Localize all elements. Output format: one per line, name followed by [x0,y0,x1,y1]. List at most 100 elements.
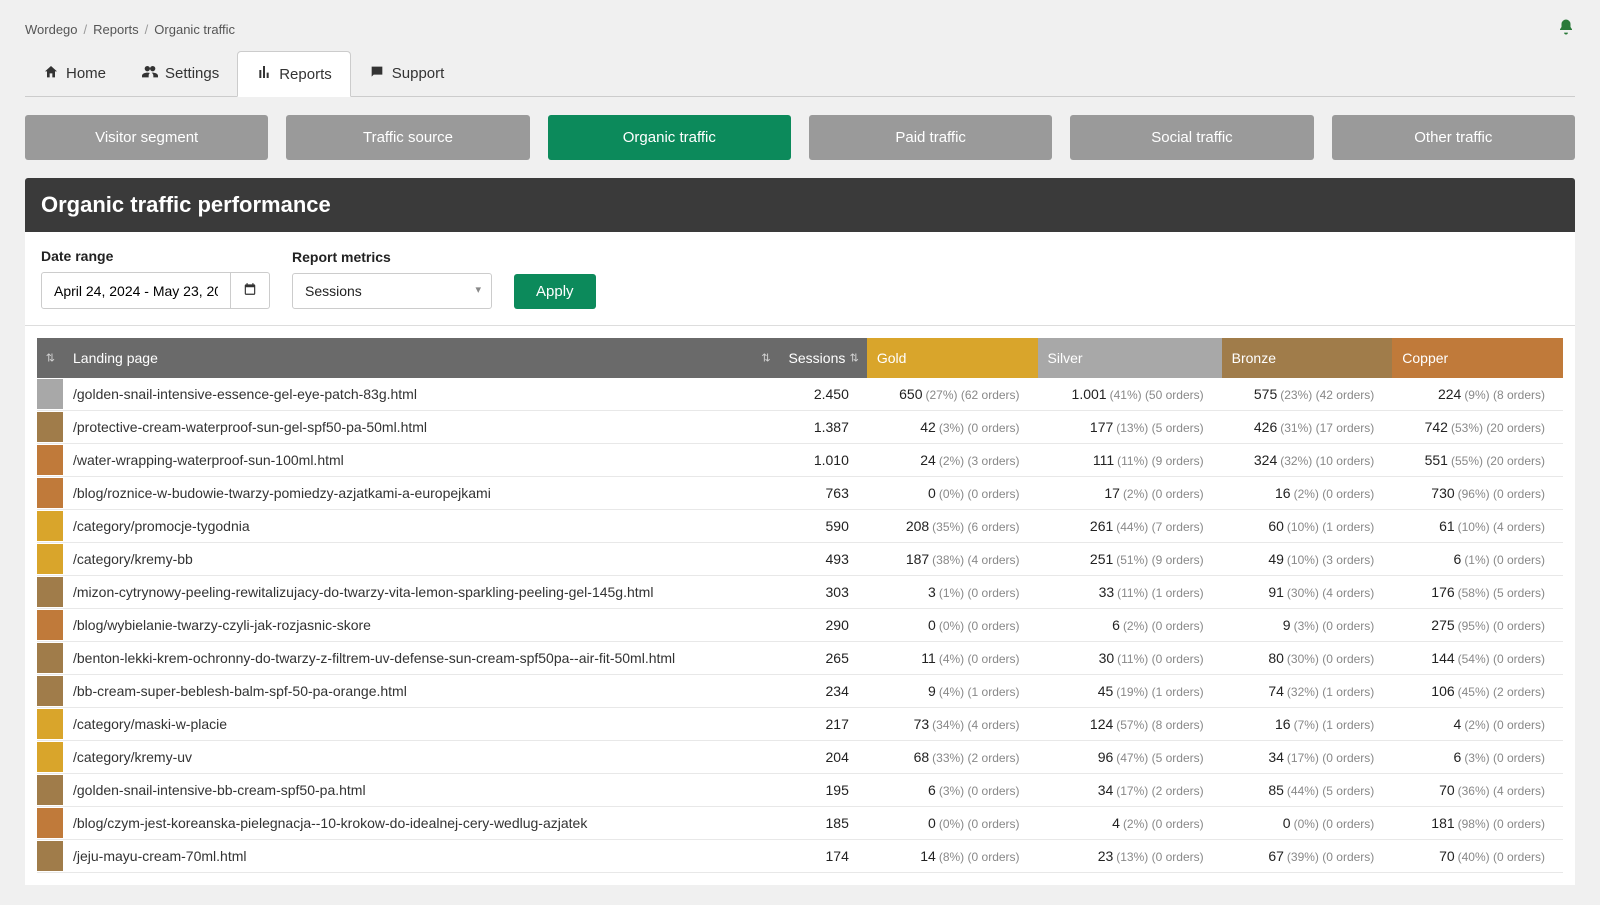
cell-copper: 176(58%) (5 orders) [1392,576,1563,609]
cell-sessions: 493 [779,543,867,576]
cell-gold: 9(4%) (1 orders) [867,675,1038,708]
cell-sessions: 195 [779,774,867,807]
cell-silver: 124(57%) (8 orders) [1038,708,1222,741]
cell-sessions: 204 [779,741,867,774]
row-swatch [37,675,63,708]
cell-landing-page[interactable]: /mizon-cytrynowy-peeling-rewitalizujacy-… [63,576,779,609]
breadcrumb-link[interactable]: Wordego [25,22,78,37]
cell-gold: 24(2%) (3 orders) [867,444,1038,477]
cell-sessions: 763 [779,477,867,510]
col-silver[interactable]: Silver [1038,338,1222,378]
notification-bell-icon[interactable] [1557,18,1575,41]
row-swatch [37,840,63,873]
calendar-button[interactable] [231,272,270,309]
cell-bronze: 16(2%) (0 orders) [1222,477,1393,510]
table-row: /golden-snail-intensive-bb-cream-spf50-p… [37,774,1563,807]
cell-sessions: 217 [779,708,867,741]
cell-silver: 6(2%) (0 orders) [1038,609,1222,642]
cell-landing-page[interactable]: /category/kremy-uv [63,741,779,774]
table-row: /category/kremy-uv20468(33%) (2 orders)9… [37,741,1563,774]
cell-landing-page[interactable]: /bb-cream-super-beblesh-balm-spf-50-pa-o… [63,675,779,708]
col-bronze[interactable]: Bronze [1222,338,1393,378]
date-range-label: Date range [41,248,270,264]
tab-settings[interactable]: Settings [124,51,237,96]
col-landing-page[interactable]: Landing page⇅ [63,338,779,378]
breadcrumb-link[interactable]: Reports [93,22,139,37]
report-metrics-select[interactable]: Sessions [292,273,492,309]
cell-gold: 208(35%) (6 orders) [867,510,1038,543]
pill-organic-traffic[interactable]: Organic traffic [548,115,791,160]
cell-landing-page[interactable]: /category/promocje-tygodnia [63,510,779,543]
cell-bronze: 85(44%) (5 orders) [1222,774,1393,807]
report-pills: Visitor segment Traffic source Organic tra… [25,115,1575,160]
tab-support[interactable]: Support [351,51,463,96]
cell-landing-page[interactable]: /blog/czym-jest-koreanska-pielegnacja--1… [63,807,779,840]
table-row: /blog/wybielanie-twarzy-czyli-jak-rozjas… [37,609,1563,642]
cell-bronze: 49(10%) (3 orders) [1222,543,1393,576]
tab-home[interactable]: Home [25,51,124,96]
cell-sessions: 234 [779,675,867,708]
pill-paid-traffic[interactable]: Paid traffic [809,115,1052,160]
cell-gold: 3(1%) (0 orders) [867,576,1038,609]
cell-copper: 6(1%) (0 orders) [1392,543,1563,576]
cell-bronze: 34(17%) (0 orders) [1222,741,1393,774]
tab-reports[interactable]: Reports [237,51,351,97]
cell-landing-page[interactable]: /category/maski-w-placie [63,708,779,741]
cell-landing-page[interactable]: /blog/roznice-w-budowie-twarzy-pomiedzy-… [63,477,779,510]
cell-landing-page[interactable]: /jeju-mayu-cream-70ml.html [63,840,779,873]
date-range-input[interactable] [41,272,231,309]
cell-landing-page[interactable]: /blog/wybielanie-twarzy-czyli-jak-rozjas… [63,609,779,642]
table-row: /jeju-mayu-cream-70ml.html17414(8%) (0 o… [37,840,1563,873]
cell-gold: 11(4%) (0 orders) [867,642,1038,675]
cell-landing-page[interactable]: /golden-snail-intensive-essence-gel-eye-… [63,378,779,411]
performance-table: ⇅ Landing page⇅ Sessions⇅ Gold Silver Br… [37,338,1563,873]
cell-copper: 181(98%) (0 orders) [1392,807,1563,840]
col-sessions[interactable]: Sessions⇅ [779,338,867,378]
col-swatch[interactable]: ⇅ [37,338,63,378]
cell-landing-page[interactable]: /golden-snail-intensive-bb-cream-spf50-p… [63,774,779,807]
table-row: /golden-snail-intensive-essence-gel-eye-… [37,378,1563,411]
table-row: /blog/czym-jest-koreanska-pielegnacja--1… [37,807,1563,840]
chart-icon [256,64,272,84]
cell-silver: 34(17%) (2 orders) [1038,774,1222,807]
col-copper[interactable]: Copper [1392,338,1563,378]
apply-button[interactable]: Apply [514,274,596,309]
cell-sessions: 265 [779,642,867,675]
row-swatch [37,510,63,543]
col-gold[interactable]: Gold [867,338,1038,378]
cell-silver: 251(51%) (9 orders) [1038,543,1222,576]
pill-traffic-source[interactable]: Traffic source [286,115,529,160]
cell-landing-page[interactable]: /benton-lekki-krem-ochronny-do-twarzy-z-… [63,642,779,675]
cell-copper: 106(45%) (2 orders) [1392,675,1563,708]
users-icon [142,64,158,84]
cell-bronze: 60(10%) (1 orders) [1222,510,1393,543]
table-row: /water-wrapping-waterproof-sun-100ml.htm… [37,444,1563,477]
cell-silver: 111(11%) (9 orders) [1038,444,1222,477]
pill-other-traffic[interactable]: Other traffic [1332,115,1575,160]
cell-bronze: 74(32%) (1 orders) [1222,675,1393,708]
table-row: /protective-cream-waterproof-sun-gel-spf… [37,411,1563,444]
pill-visitor-segment[interactable]: Visitor segment [25,115,268,160]
table-row: /category/promocje-tygodnia590208(35%) (… [37,510,1563,543]
chat-icon [369,64,385,84]
cell-copper: 275(95%) (0 orders) [1392,609,1563,642]
cell-gold: 650(27%) (62 orders) [867,378,1038,411]
cell-sessions: 1.010 [779,444,867,477]
sort-icon: ⇅ [761,352,770,365]
pill-social-traffic[interactable]: Social traffic [1070,115,1313,160]
cell-landing-page[interactable]: /protective-cream-waterproof-sun-gel-spf… [63,411,779,444]
row-swatch [37,741,63,774]
cell-gold: 73(34%) (4 orders) [867,708,1038,741]
cell-gold: 0(0%) (0 orders) [867,807,1038,840]
cell-landing-page[interactable]: /category/kremy-bb [63,543,779,576]
cell-copper: 61(10%) (4 orders) [1392,510,1563,543]
cell-copper: 4(2%) (0 orders) [1392,708,1563,741]
cell-bronze: 575(23%) (42 orders) [1222,378,1393,411]
cell-sessions: 590 [779,510,867,543]
cell-bronze: 9(3%) (0 orders) [1222,609,1393,642]
table-row: /blog/roznice-w-budowie-twarzy-pomiedzy-… [37,477,1563,510]
cell-copper: 144(54%) (0 orders) [1392,642,1563,675]
cell-landing-page[interactable]: /water-wrapping-waterproof-sun-100ml.htm… [63,444,779,477]
row-swatch [37,807,63,840]
breadcrumb-link[interactable]: Organic traffic [154,22,235,37]
